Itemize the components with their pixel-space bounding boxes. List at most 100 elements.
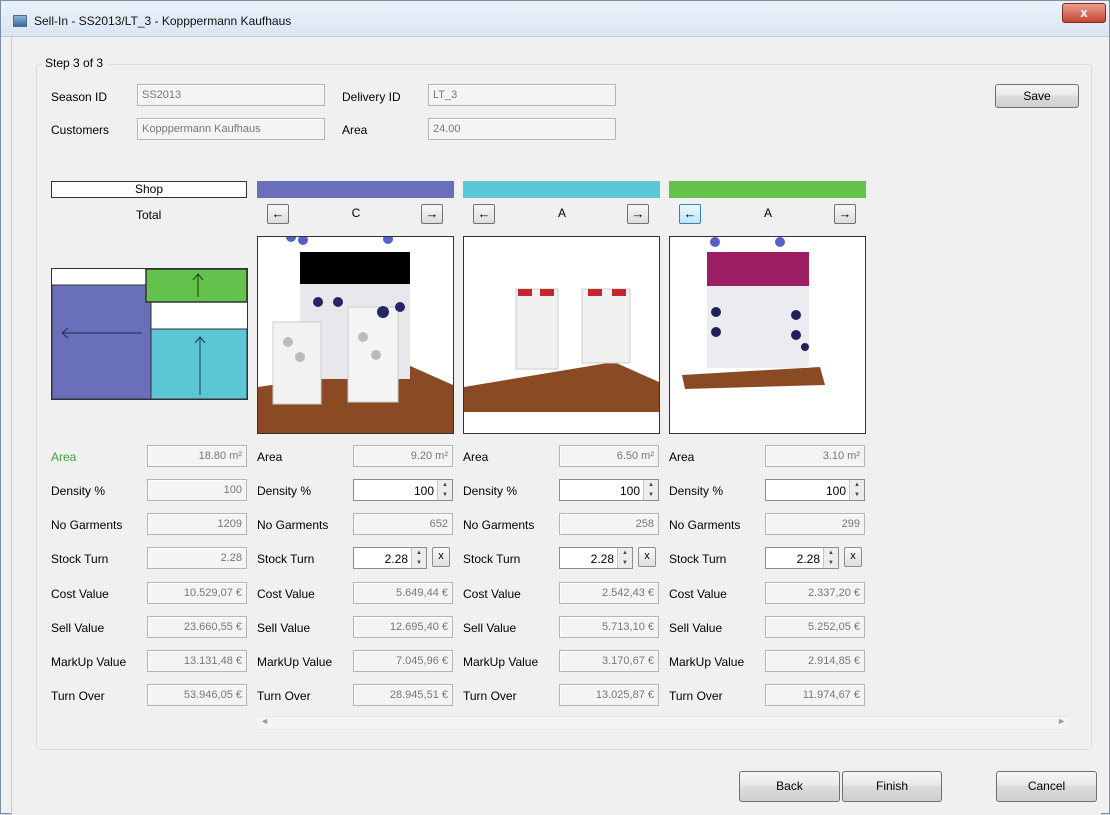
total-stock-turn-field[interactable]: 2.28 [147, 547, 247, 569]
total-cost-label: Cost Value [51, 587, 109, 601]
module-2-markup-label: MarkUp Value [463, 655, 539, 669]
module-3-density-spinner[interactable]: 100 ▲ ▼ [765, 479, 865, 501]
total-markup-field[interactable]: 13.131,48 € [147, 650, 247, 672]
close-button[interactable]: x [1062, 3, 1106, 23]
module-3-stock-turn-spinner[interactable]: 2.28 ▲ ▼ [765, 547, 839, 569]
module-2-stock-turn-label: Stock Turn [463, 552, 521, 566]
spinner-arrows-icon[interactable]: ▲ ▼ [411, 548, 426, 568]
module-2-stock-turn-value: 2.28 [590, 552, 614, 566]
total-density-field[interactable]: 100 [147, 479, 247, 501]
module-1-prev-button[interactable]: ← [267, 204, 289, 224]
total-turnover-field[interactable]: 53.946,05 € [147, 684, 247, 706]
module-3-color-bar [669, 181, 866, 198]
module-3-sell-field[interactable]: 5.252,05 € [765, 616, 865, 638]
scroll-left-icon[interactable]: ◄ [260, 716, 269, 726]
module-2-area-field[interactable]: 6.50 m² [559, 445, 659, 467]
module-2-sell-field[interactable]: 5.713,10 € [559, 616, 659, 638]
delivery-id-label: Delivery ID [342, 90, 401, 104]
spinner-arrows-icon[interactable]: ▲ ▼ [643, 480, 658, 500]
app-icon [13, 15, 27, 27]
module-3-label: A [763, 206, 772, 220]
finish-button[interactable]: Finish [842, 771, 942, 802]
module-3-density-value: 100 [825, 484, 846, 498]
module-3-image [669, 236, 866, 434]
customers-label: Customers [51, 123, 110, 137]
module-1-stock-turn-label: Stock Turn [257, 552, 315, 566]
total-sell-label: Sell Value [51, 621, 105, 635]
module-1-sell-field[interactable]: 12.695,40 € [353, 616, 453, 638]
module-1-markup-label: MarkUp Value [257, 655, 333, 669]
module-1-turnover-field[interactable]: 28.945,51 € [353, 684, 453, 706]
total-garments-field[interactable]: 1209 [147, 513, 247, 535]
module-2-density-spinner[interactable]: 100 ▲ ▼ [559, 479, 659, 501]
module-1-stock-turn-spinner[interactable]: 2.28 ▲ ▼ [353, 547, 427, 569]
module-2-stock-turn-spinner[interactable]: 2.28 ▲ ▼ [559, 547, 633, 569]
area-field[interactable]: 24.00 [428, 118, 616, 140]
module-2-garments-field[interactable]: 258 [559, 513, 659, 535]
module-3-area-label: Area [669, 450, 695, 464]
scroll-right-icon[interactable]: ► [1057, 716, 1066, 726]
module-2-area-label: Area [463, 450, 489, 464]
module-2-label: A [557, 206, 566, 220]
module-2-stock-turn-clear-button[interactable]: x [638, 547, 656, 567]
module-3-area-field[interactable]: 3.10 m² [765, 445, 865, 467]
season-id-label: Season ID [51, 90, 108, 104]
module-3-stock-turn-clear-button[interactable]: x [844, 547, 862, 567]
module-1-area-label: Area [257, 450, 283, 464]
spinner-arrows-icon[interactable]: ▲ ▼ [617, 548, 632, 568]
total-area-field[interactable]: 18.80 m² [147, 445, 247, 467]
total-cost-field[interactable]: 10.529,07 € [147, 582, 247, 604]
customers-field[interactable]: Kopppermann Kaufhaus [137, 118, 325, 140]
module-2-cost-field[interactable]: 2.542,43 € [559, 582, 659, 604]
window-title: Sell-In - SS2013/LT_3 - Kopppermann Kauf… [34, 14, 292, 28]
cancel-button[interactable]: Cancel [996, 771, 1097, 802]
delivery-id-field[interactable]: LT_3 [428, 84, 616, 106]
spinner-arrows-icon[interactable]: ▲ ▼ [823, 548, 838, 568]
module-1-cost-label: Cost Value [257, 587, 315, 601]
module-2-sell-label: Sell Value [463, 621, 517, 635]
module-2-markup-field[interactable]: 3.170,67 € [559, 650, 659, 672]
module-2-garments-label: No Garments [463, 518, 535, 532]
module-1-next-button[interactable]: → [421, 204, 443, 224]
module-2-color-bar [463, 181, 660, 198]
total-garments-label: No Garments [51, 518, 123, 532]
module-1-turnover-label: Turn Over [257, 689, 311, 703]
module-2-next-button[interactable]: → [627, 204, 649, 224]
module-3-prev-button[interactable]: ← [679, 204, 701, 224]
module-2-image [463, 236, 660, 434]
module-1-stock-turn-value: 2.28 [384, 552, 408, 566]
module-1-density-label: Density % [257, 484, 312, 498]
total-turnover-label: Turn Over [51, 689, 105, 703]
area-label: Area [342, 123, 368, 137]
spinner-arrows-icon[interactable]: ▲ ▼ [849, 480, 864, 500]
module-3-markup-field[interactable]: 2.914,85 € [765, 650, 865, 672]
shop-total-label: Total [136, 208, 162, 222]
module-2-turnover-field[interactable]: 13.025,87 € [559, 684, 659, 706]
module-3-turnover-label: Turn Over [669, 689, 723, 703]
total-density-label: Density % [51, 484, 106, 498]
module-1-cost-field[interactable]: 5.649,44 € [353, 582, 453, 604]
step-label: Step 3 of 3 [42, 56, 107, 70]
module-1-stock-turn-clear-button[interactable]: x [432, 547, 450, 567]
module-3-next-button[interactable]: → [834, 204, 856, 224]
spinner-arrows-icon[interactable]: ▲ ▼ [437, 480, 452, 500]
module-3-stock-turn-value: 2.28 [796, 552, 820, 566]
module-1-density-spinner[interactable]: 100 ▲ ▼ [353, 479, 453, 501]
module-1-area-field[interactable]: 9.20 m² [353, 445, 453, 467]
module-2-density-label: Density % [463, 484, 518, 498]
module-3-cost-label: Cost Value [669, 587, 727, 601]
module-3-turnover-field[interactable]: 11.974,67 € [765, 684, 865, 706]
module-3-garments-field[interactable]: 299 [765, 513, 865, 535]
module-3-density-label: Density % [669, 484, 724, 498]
save-button[interactable]: Save [995, 84, 1079, 108]
module-3-cost-field[interactable]: 2.337,20 € [765, 582, 865, 604]
season-id-field[interactable]: SS2013 [137, 84, 325, 106]
total-markup-label: MarkUp Value [51, 655, 127, 669]
total-sell-field[interactable]: 23.660,55 € [147, 616, 247, 638]
module-1-garments-field[interactable]: 652 [353, 513, 453, 535]
back-button[interactable]: Back [739, 771, 840, 802]
module-2-prev-button[interactable]: ← [473, 204, 495, 224]
module-1-markup-field[interactable]: 7.045,96 € [353, 650, 453, 672]
horizontal-scrollbar[interactable]: ◄ ► [257, 716, 1069, 730]
total-stock-turn-label: Stock Turn [51, 552, 109, 566]
